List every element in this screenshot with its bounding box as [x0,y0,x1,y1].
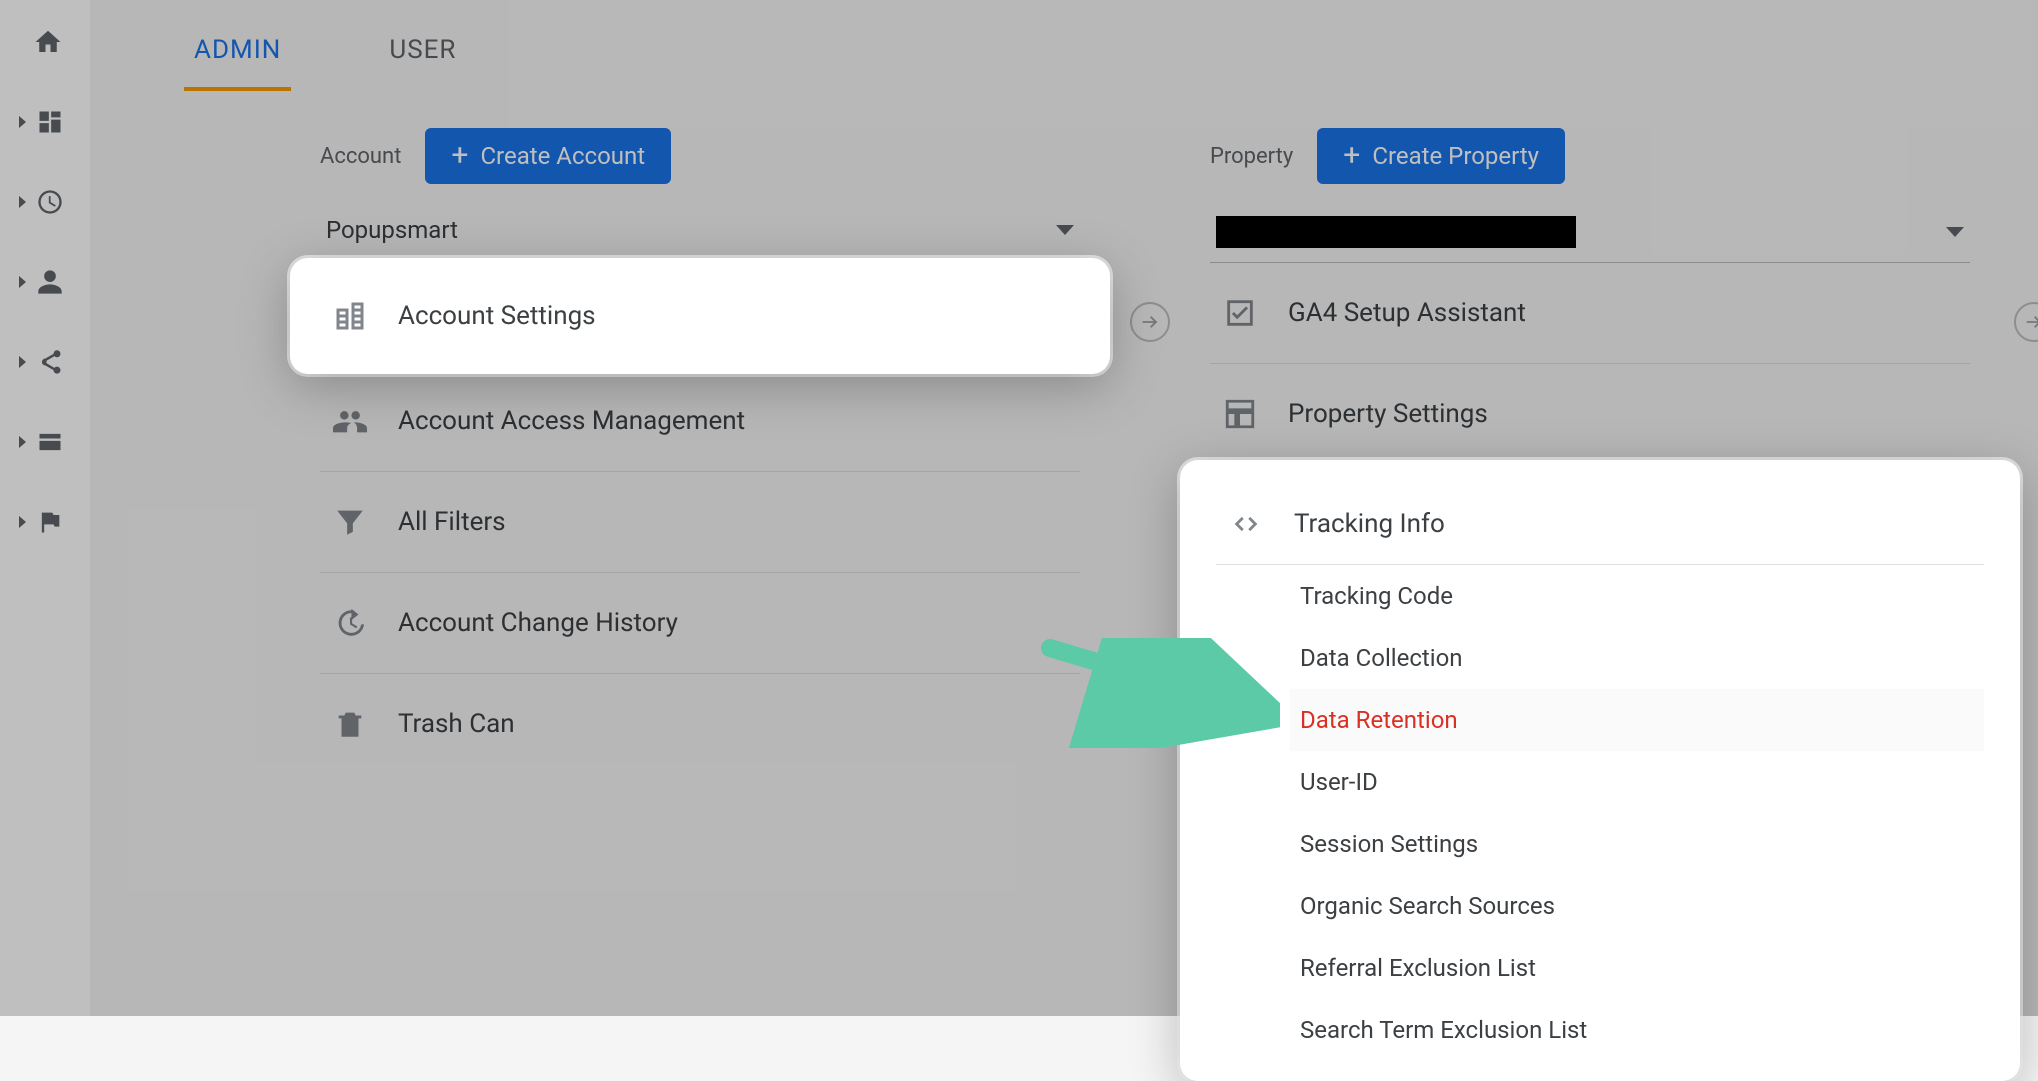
expand-icon [19,436,26,448]
user-id[interactable]: User-ID [1290,751,1984,813]
row-label: Account Settings [398,301,596,331]
tab-user[interactable]: USER [375,13,470,87]
left-nav-rail [0,0,90,1016]
dashboard-icon [36,108,64,136]
row-label: Property Settings [1288,399,1488,429]
trash-icon [330,704,370,744]
clock-icon [36,188,64,216]
checkbox-icon [1220,293,1260,333]
row-label: Account Change History [398,608,678,638]
plus-icon: + [451,146,468,166]
property-selector[interactable] [1210,206,1970,263]
nav-acquisition[interactable] [9,342,81,382]
create-property-button[interactable]: + Create Property [1317,128,1565,184]
tracking-code[interactable]: Tracking Code [1290,565,1984,627]
row-label: Tracking Info [1294,509,1445,539]
row-label: All Filters [398,507,506,537]
account-label: Account [320,144,401,169]
property-column: Property + Create Property GA4 Setup Ass… [1210,128,1970,464]
admin-tabs: ADMIN USER [180,10,470,90]
all-filters[interactable]: All Filters [320,472,1080,573]
data-retention[interactable]: Data Retention [1290,689,1984,751]
session-settings[interactable]: Session Settings [1290,813,1984,875]
nav-audience[interactable] [9,262,81,302]
expand-icon [19,276,26,288]
nav-behavior[interactable] [9,422,81,462]
filter-icon [330,502,370,542]
tracking-info[interactable]: Tracking Info [1216,484,1984,565]
caret-down-icon [1946,227,1964,237]
tracking-info-highlight: Tracking Info Tracking Code Data Collect… [1180,460,2020,1081]
move-right-account[interactable] [1130,302,1170,342]
account-settings[interactable]: Account Settings [320,264,1080,368]
referral-exclusion-list[interactable]: Referral Exclusion List [1290,937,1984,999]
expand-icon [19,516,26,528]
account-settings-highlight: Account Settings [290,258,1110,374]
layout-icon [1220,394,1260,434]
web-icon [36,428,64,456]
account-column: Account + Create Account Popupsmart Acco… [320,128,1080,774]
search-term-exclusion-list[interactable]: Search Term Exclusion List [1290,999,1984,1061]
nav-realtime[interactable] [9,182,81,222]
expand-icon [19,356,26,368]
create-account-button[interactable]: + Create Account [425,128,671,184]
move-right-property[interactable] [2014,302,2038,342]
property-label: Property [1210,144,1293,169]
organic-search-sources[interactable]: Organic Search Sources [1290,875,1984,937]
arrow-right-icon [2023,311,2038,333]
row-label: GA4 Setup Assistant [1288,298,1526,328]
data-collection[interactable]: Data Collection [1290,627,1984,689]
expand-icon [19,196,26,208]
create-account-label: Create Account [480,142,645,170]
people-icon [330,401,370,441]
trash-can[interactable]: Trash Can [320,674,1080,774]
account-selector[interactable]: Popupsmart [320,206,1080,259]
caret-down-icon [1056,225,1074,235]
row-label: Account Access Management [398,406,745,436]
history-icon [330,603,370,643]
tab-admin[interactable]: ADMIN [180,13,295,87]
plus-icon: + [1343,146,1360,166]
create-property-label: Create Property [1372,142,1539,170]
row-label: Trash Can [398,709,515,739]
nav-home[interactable] [9,22,81,62]
home-icon [33,27,63,57]
account-change-history[interactable]: Account Change History [320,573,1080,674]
person-icon [36,268,64,296]
account-access-management[interactable]: Account Access Management [320,371,1080,472]
ga4-setup-assistant[interactable]: GA4 Setup Assistant [1210,263,1970,364]
nav-customization[interactable] [9,102,81,142]
share-icon [36,348,64,376]
code-icon [1226,504,1266,544]
property-selected-redacted [1216,216,1576,248]
expand-icon [19,116,26,128]
flag-icon [36,508,64,536]
building-icon [330,296,370,336]
account-selected: Popupsmart [326,216,458,244]
nav-conversions[interactable] [9,502,81,542]
property-settings[interactable]: Property Settings [1210,364,1970,464]
arrow-right-icon [1139,311,1161,333]
